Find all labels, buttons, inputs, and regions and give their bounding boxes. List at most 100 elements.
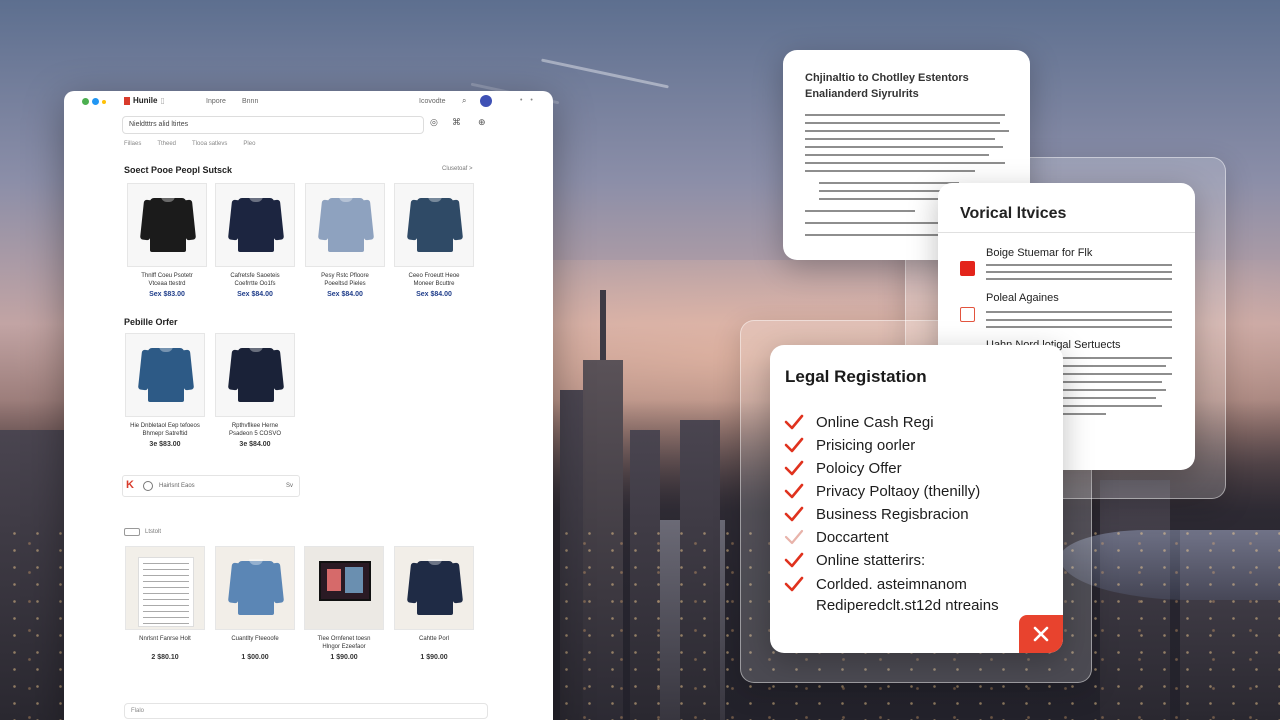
- globe-icon: [143, 481, 153, 491]
- dot-blue-icon[interactable]: [92, 98, 99, 105]
- search-icon[interactable]: ⌕: [462, 96, 466, 106]
- nav-link-2[interactable]: Bnnn: [242, 98, 258, 105]
- see-all-link[interactable]: Clusetoaf >: [442, 166, 473, 172]
- divider: [938, 232, 1195, 233]
- product-card[interactable]: Thnlff Coeu Psotetr Vtceaa ttestrd Sex $8…: [127, 183, 207, 298]
- brand-k-icon: K: [126, 479, 134, 491]
- recent-label: Ltstolt: [145, 529, 162, 535]
- filter-item[interactable]: Ttheed: [157, 141, 176, 147]
- product-image: [305, 183, 385, 267]
- product-card[interactable]: Cuantlty Fteeoofe 1 $00.00: [215, 546, 295, 661]
- product-image: [127, 183, 207, 267]
- legal-item-label: Rediperedclt.st12d ntreains: [816, 597, 999, 614]
- product-card[interactable]: Hie Dnbletaol Eep tefoeos Bhmepr Satrefti…: [125, 333, 205, 448]
- checkbox-2[interactable]: [960, 307, 975, 322]
- logo-mark-icon: [124, 96, 130, 105]
- legal-item[interactable]: Privacy Poltaoy (thenilly): [784, 481, 980, 501]
- product-price: 3e $84.00: [239, 441, 271, 448]
- legal-item-label: Business Regisbracion: [816, 505, 969, 523]
- tv-icon: [319, 561, 371, 601]
- close-button[interactable]: [1019, 615, 1063, 653]
- banner-right-text: Sv: [285, 483, 293, 489]
- legal-item-label: Online Cash Regi: [816, 413, 934, 431]
- checkmark-icon: [784, 527, 804, 547]
- legal-item-label: Privacy Poltaoy (thenilly): [816, 482, 981, 500]
- checkmark-icon: [784, 458, 804, 478]
- filter-item[interactable]: Tlooa satlevs: [192, 141, 227, 147]
- legal-item[interactable]: Rediperedclt.st12d ntreains: [816, 597, 999, 614]
- legal-item-label: Doccartent: [816, 528, 889, 546]
- product-card[interactable]: Cahtte Porl 1 $90.00: [394, 546, 474, 661]
- checkmark-icon: [784, 481, 804, 501]
- window-dots: [82, 98, 106, 105]
- site-logo[interactable]: Hunile ▯: [124, 96, 165, 105]
- dot-green-icon[interactable]: [82, 98, 89, 105]
- banner-text: Hairlsnt Eaos: [159, 483, 195, 489]
- product-name: Thnlff Coeu Psotetr Vtceaa ttestrd: [141, 273, 193, 287]
- product-card[interactable]: Ceeo Froeutt Heoe Moneer Bcuttre Sex $84.…: [394, 183, 474, 298]
- overflow-icon[interactable]: • •: [520, 97, 536, 104]
- product-image: [215, 333, 295, 417]
- tag-icon: [124, 528, 140, 536]
- product-card[interactable]: Tlee Ornfenet toesn Hlngor Ezeefaor 1 $90…: [304, 546, 384, 661]
- bottom-input[interactable]: Flalo: [124, 703, 488, 719]
- verification-item-label: Poleal Againes: [986, 292, 1059, 304]
- product-image: [125, 546, 205, 630]
- zoom-icon[interactable]: ⊕: [478, 117, 486, 128]
- product-name: Pesy Rstc Pfloore Poeeltsd Pieles: [321, 273, 369, 287]
- filter-item[interactable]: Fillaes: [124, 141, 141, 147]
- product-price: Sex $84.00: [416, 291, 452, 298]
- product-card[interactable]: Rpthvflkee Herne Psadeon 5 COSVO 3e $84.0…: [215, 333, 295, 448]
- recent-header: Ltstolt: [124, 528, 161, 536]
- product-name: Cuantlty Fteeoofe: [231, 636, 279, 642]
- verification-title: Vorical ltvices: [960, 205, 1067, 222]
- product-card[interactable]: Cafretsfe Saoeteis Coefrrtte Oo1fs Sex $8…: [215, 183, 295, 298]
- close-icon: [1033, 626, 1049, 642]
- product-price: Sex $84.00: [327, 291, 363, 298]
- camera-icon[interactable]: ◎: [430, 117, 438, 128]
- product-name: Cahtte Porl: [418, 636, 449, 642]
- legal-item[interactable]: Doccartent: [784, 527, 889, 547]
- product-name: Ceeo Froeutt Heoe Moneer Bcuttre: [408, 273, 460, 287]
- legal-item-label: Corlded. asteimnanom: [816, 575, 967, 593]
- account-link[interactable]: Icovodte: [419, 98, 445, 105]
- product-name: Hie Dnbletaol Eep tefoeos Bhmepr Satrefti…: [130, 423, 200, 437]
- checkbox-1[interactable]: [960, 261, 975, 276]
- shop-browser-window: Hunile ▯ Inpore Bnnn Icovodte ⌕ • • Niel…: [64, 91, 553, 720]
- product-image: [215, 546, 295, 630]
- filter-item[interactable]: Pleo: [243, 141, 255, 147]
- nav-link-1[interactable]: Inpore: [206, 98, 226, 105]
- product-image: [394, 546, 474, 630]
- product-image: [125, 333, 205, 417]
- product-card[interactable]: Nnrlsnt Fanrse Holt 2 $80.10: [125, 546, 205, 661]
- legal-item-label: Online statterirs:: [816, 551, 926, 569]
- legal-item[interactable]: Online statterirs:: [784, 550, 925, 570]
- product-price: 1 $00.00: [241, 654, 269, 661]
- product-price: 2 $80.10: [151, 654, 179, 661]
- legal-title: Legal Registation: [785, 367, 927, 386]
- legal-item[interactable]: Prisicing oorler: [784, 435, 915, 455]
- legal-item[interactable]: Business Regisbracion: [784, 504, 969, 524]
- search-input[interactable]: Nieldtttrs alid ltirtes: [122, 116, 424, 134]
- product-price: 1 $90.00: [330, 654, 358, 661]
- document-title: Chjinaltio to Chotlley Estentors Enalian…: [805, 72, 969, 100]
- checkmark-icon: [784, 504, 804, 524]
- dot-yellow-icon[interactable]: [102, 100, 106, 104]
- search-input-text: Nieldtttrs alid ltirtes: [129, 121, 189, 128]
- avatar[interactable]: [480, 95, 492, 107]
- filter-bar: Fillaes Ttheed Tlooa satlevs Pleo: [124, 141, 255, 147]
- legal-item[interactable]: Corlded. asteimnanom: [784, 574, 967, 594]
- promo-banner[interactable]: K Hairlsnt Eaos Sv: [122, 475, 300, 497]
- bookmark-icon[interactable]: ⌘: [452, 117, 461, 128]
- checkmark-icon: [784, 412, 804, 432]
- verification-item-label: Boige Stuemar for Flk: [986, 247, 1093, 259]
- legal-item[interactable]: Online Cash Regi: [784, 412, 934, 432]
- legal-item[interactable]: Poloicy Offer: [784, 458, 902, 478]
- product-price: 1 $90.00: [420, 654, 448, 661]
- legal-item-label: Prisicing oorler: [816, 436, 916, 454]
- menu-icon: ▯: [160, 96, 165, 105]
- product-name: Nnrlsnt Fanrse Holt: [139, 636, 191, 642]
- legal-registration-panel[interactable]: Legal Registation Online Cash Regi Prisi…: [770, 345, 1063, 653]
- product-image: [394, 183, 474, 267]
- product-card[interactable]: Pesy Rstc Pfloore Poeeltsd Pieles Sex $84…: [305, 183, 385, 298]
